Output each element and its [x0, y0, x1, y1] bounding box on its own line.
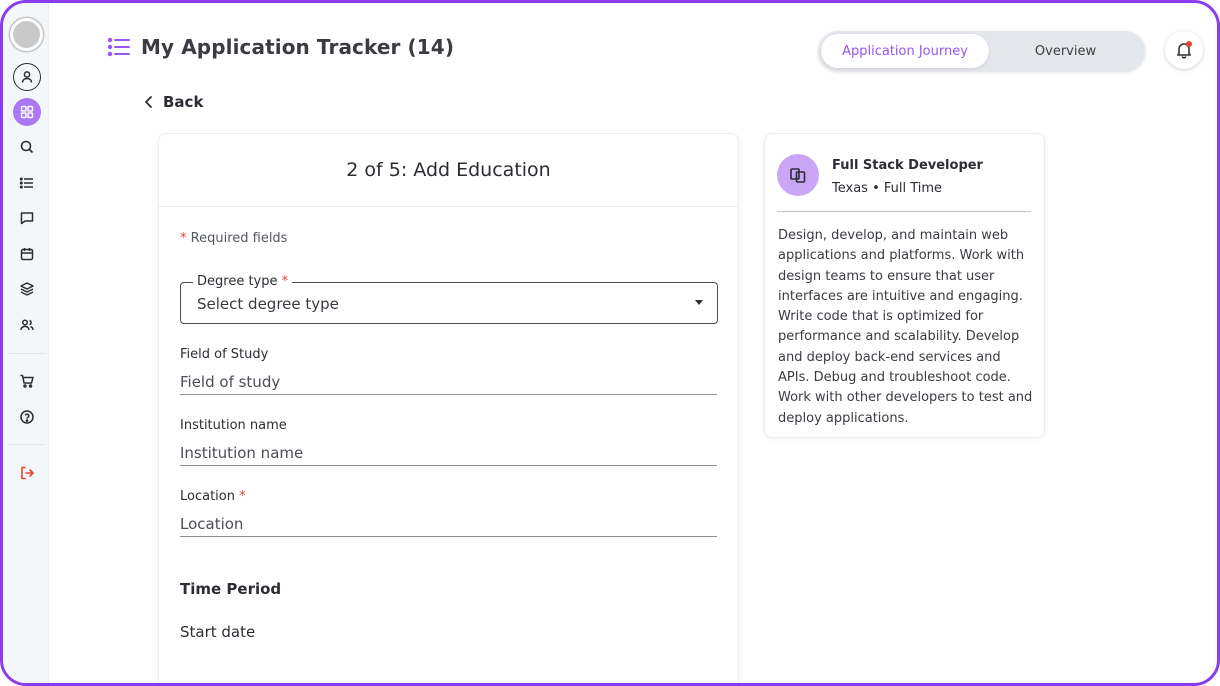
page-title: My Application Tracker (14) [141, 35, 455, 59]
degree-type-value: Select degree type [197, 295, 339, 313]
layers-icon [20, 282, 34, 296]
sidebar-item-calendar[interactable] [13, 240, 41, 268]
notification-badge [1186, 41, 1192, 47]
copy-icon [790, 168, 806, 183]
sidebar [3, 3, 49, 683]
form-title: 2 of 5: Add Education [346, 159, 551, 181]
sidebar-item-list[interactable] [13, 169, 41, 197]
grid-icon [20, 105, 34, 119]
users-icon [20, 319, 34, 331]
cart-icon [20, 374, 34, 388]
start-date-label: Start date [180, 623, 256, 641]
job-divider [777, 211, 1031, 212]
job-description: Design, develop, and maintain web applic… [778, 228, 1033, 426]
sidebar-item-search[interactable] [13, 133, 41, 161]
avatar[interactable] [10, 18, 43, 51]
required-note-text: Required fields [190, 231, 288, 246]
tab-overview[interactable]: Overview [989, 34, 1142, 68]
back-label: Back [163, 93, 204, 111]
calendar-icon [20, 248, 34, 261]
tab-application-journey[interactable]: Application Journey [821, 34, 989, 68]
sidebar-item-layers[interactable] [13, 275, 41, 303]
degree-type-select[interactable]: Degree type * Select degree type [180, 274, 718, 324]
location-label: Location * [180, 489, 246, 504]
chevron-left-icon [145, 96, 152, 108]
required-star: * [180, 231, 187, 246]
field-of-study-label: Field of Study [180, 347, 269, 362]
institution-name-label: Institution name [180, 418, 287, 433]
page-header: My Application Tracker (14) [107, 35, 454, 59]
education-form-card: 2 of 5: Add Education * Required fields … [158, 133, 739, 683]
sidebar-item-profile[interactable] [13, 63, 41, 91]
required-fields-note: * Required fields [180, 231, 287, 246]
job-summary-card: Full Stack Developer Texas • Full Time D… [764, 133, 1045, 438]
form-header: 2 of 5: Add Education [159, 134, 738, 207]
sidebar-item-logout[interactable] [13, 459, 41, 487]
help-icon [20, 410, 34, 424]
search-icon [20, 140, 34, 154]
sidebar-divider [9, 444, 45, 445]
user-icon [21, 71, 33, 83]
menu-list-icon[interactable] [107, 37, 131, 57]
sidebar-item-cart[interactable] [13, 367, 41, 395]
job-title: Full Stack Developer [832, 158, 983, 173]
logout-icon [21, 466, 34, 480]
sidebar-item-people[interactable] [13, 311, 41, 339]
app-frame: My Application Tracker (14) Application … [0, 0, 1220, 686]
sidebar-item-messages[interactable] [13, 204, 41, 232]
list-icon [19, 177, 33, 189]
caret-down-icon [695, 300, 703, 305]
degree-type-label: Degree type * [193, 274, 293, 289]
institution-name-input[interactable] [180, 440, 717, 466]
back-link[interactable]: Back [143, 93, 203, 111]
field-of-study-input[interactable] [180, 369, 717, 395]
location-input[interactable] [180, 511, 717, 537]
sidebar-divider [9, 353, 45, 354]
chat-icon [20, 212, 34, 225]
sidebar-item-dashboard[interactable] [13, 98, 41, 126]
view-toggle: Application Journey Overview [818, 31, 1145, 71]
job-icon [777, 154, 819, 196]
time-period-heading: Time Period [180, 580, 282, 598]
notifications-button[interactable] [1165, 31, 1203, 69]
sidebar-item-help[interactable] [13, 403, 41, 431]
job-meta: Texas • Full Time [832, 181, 943, 196]
